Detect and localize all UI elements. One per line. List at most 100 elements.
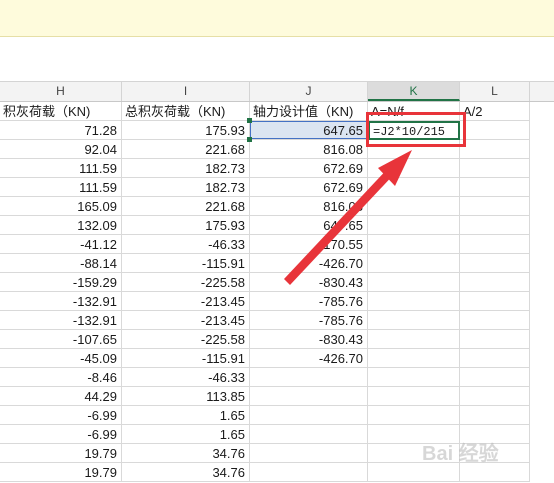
cell-k[interactable]	[368, 368, 460, 387]
cell-l[interactable]	[460, 178, 530, 197]
cell-h[interactable]: -132.91	[0, 311, 122, 330]
cell-k-header[interactable]: A=N/f	[368, 102, 460, 121]
cell-j[interactable]: -426.70	[250, 349, 368, 368]
cell-h[interactable]: 19.79	[0, 463, 122, 482]
cell-k[interactable]	[368, 330, 460, 349]
cell-j[interactable]	[250, 444, 368, 463]
cell-k[interactable]	[368, 159, 460, 178]
cell-h-header[interactable]: 积灰荷载（KN)	[0, 102, 122, 121]
cell-k[interactable]	[368, 273, 460, 292]
cell-l[interactable]	[460, 406, 530, 425]
cell-h[interactable]: 111.59	[0, 178, 122, 197]
cell-k[interactable]	[368, 311, 460, 330]
cell-h[interactable]: -8.46	[0, 368, 122, 387]
cell-l[interactable]	[460, 330, 530, 349]
cell-l[interactable]	[460, 159, 530, 178]
cell-k[interactable]	[368, 292, 460, 311]
cell-i[interactable]: 221.68	[122, 197, 250, 216]
cell-k[interactable]	[368, 235, 460, 254]
cell-k[interactable]	[368, 140, 460, 159]
cell-l[interactable]	[460, 349, 530, 368]
cell-i[interactable]: -225.58	[122, 273, 250, 292]
cell-k[interactable]	[368, 349, 460, 368]
cell-j[interactable]: 647.65	[250, 216, 368, 235]
cell-i[interactable]: -115.91	[122, 349, 250, 368]
cell-j[interactable]: 647.65	[250, 121, 368, 140]
cell-j[interactable]	[250, 406, 368, 425]
cell-h[interactable]: 71.28	[0, 121, 122, 140]
cell-j[interactable]	[250, 425, 368, 444]
cell-h[interactable]: -6.99	[0, 406, 122, 425]
cell-i[interactable]: 182.73	[122, 159, 250, 178]
cell-h[interactable]: 165.09	[0, 197, 122, 216]
cell-i[interactable]: -46.33	[122, 368, 250, 387]
cell-i[interactable]: 34.76	[122, 463, 250, 482]
cell-l[interactable]	[460, 197, 530, 216]
cell-i[interactable]: 182.73	[122, 178, 250, 197]
cell-j[interactable]	[250, 387, 368, 406]
cell-h[interactable]: 111.59	[0, 159, 122, 178]
cell-i[interactable]: 1.65	[122, 406, 250, 425]
cell-l[interactable]	[460, 216, 530, 235]
cell-l-header[interactable]: A/2	[460, 102, 530, 121]
cell-l[interactable]	[460, 387, 530, 406]
cell-h[interactable]: 19.79	[0, 444, 122, 463]
formula-bar-area[interactable]	[0, 37, 554, 82]
cell-h[interactable]: -41.12	[0, 235, 122, 254]
cell-k[interactable]	[368, 178, 460, 197]
cell-h[interactable]: 92.04	[0, 140, 122, 159]
cell-j[interactable]: 672.69	[250, 178, 368, 197]
cell-l[interactable]	[460, 292, 530, 311]
cell-j[interactable]: 816.08	[250, 140, 368, 159]
cell-j-header[interactable]: 轴力设计值（KN)	[250, 102, 368, 121]
cell-i[interactable]: -213.45	[122, 292, 250, 311]
selection-handle-bottom-left[interactable]	[247, 137, 252, 142]
cell-j[interactable]: -785.76	[250, 311, 368, 330]
cell-j[interactable]: -170.55	[250, 235, 368, 254]
cell-l[interactable]	[460, 121, 530, 140]
cell-l[interactable]	[460, 235, 530, 254]
column-header-h[interactable]: H	[0, 82, 122, 101]
cell-h[interactable]: 132.09	[0, 216, 122, 235]
cell-l[interactable]	[460, 368, 530, 387]
editing-cell-formula[interactable]: =J2*10/215	[368, 121, 460, 140]
selection-handle-top-left[interactable]	[247, 118, 252, 123]
cell-j[interactable]: 672.69	[250, 159, 368, 178]
cell-k[interactable]	[368, 387, 460, 406]
column-header-l[interactable]: L	[460, 82, 530, 101]
column-header-k[interactable]: K	[368, 82, 460, 101]
cell-i[interactable]: 175.93	[122, 216, 250, 235]
cell-k[interactable]	[368, 216, 460, 235]
cell-i[interactable]: -115.91	[122, 254, 250, 273]
cell-l[interactable]	[460, 254, 530, 273]
cell-i[interactable]: -213.45	[122, 311, 250, 330]
cell-l[interactable]	[460, 140, 530, 159]
cell-j[interactable]	[250, 368, 368, 387]
cell-k[interactable]	[368, 197, 460, 216]
cell-l[interactable]	[460, 311, 530, 330]
cell-i[interactable]: 113.85	[122, 387, 250, 406]
cell-j[interactable]: -830.43	[250, 330, 368, 349]
cell-i[interactable]: 175.93	[122, 121, 250, 140]
cell-h[interactable]: -88.14	[0, 254, 122, 273]
cell-j[interactable]	[250, 463, 368, 482]
cell-k[interactable]	[368, 254, 460, 273]
cell-j[interactable]: 816.08	[250, 197, 368, 216]
column-header-j[interactable]: J	[250, 82, 368, 101]
cell-h[interactable]: -107.65	[0, 330, 122, 349]
cell-i[interactable]: 221.68	[122, 140, 250, 159]
cell-i[interactable]: 34.76	[122, 444, 250, 463]
cell-j[interactable]: -426.70	[250, 254, 368, 273]
cell-i[interactable]: -225.58	[122, 330, 250, 349]
cell-h[interactable]: 44.29	[0, 387, 122, 406]
cell-k[interactable]	[368, 406, 460, 425]
cell-i[interactable]: 1.65	[122, 425, 250, 444]
cell-h[interactable]: -6.99	[0, 425, 122, 444]
cell-h[interactable]: -132.91	[0, 292, 122, 311]
column-header-i[interactable]: I	[122, 82, 250, 101]
cell-l[interactable]	[460, 273, 530, 292]
cell-i[interactable]: -46.33	[122, 235, 250, 254]
cell-i-header[interactable]: 总积灰荷载（KN)	[122, 102, 250, 121]
cell-j[interactable]: -785.76	[250, 292, 368, 311]
cell-h[interactable]: -45.09	[0, 349, 122, 368]
